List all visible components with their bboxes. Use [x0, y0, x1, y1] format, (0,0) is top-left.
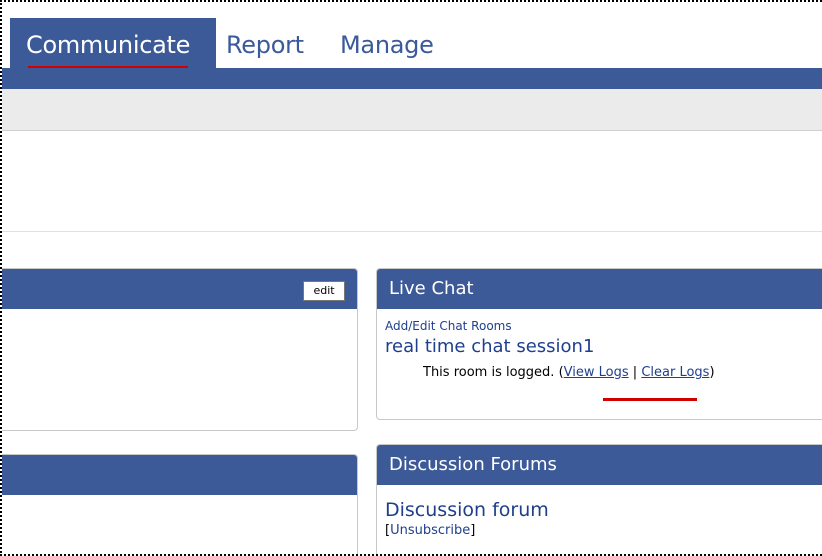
main-tab-row: Communicate Report Manage	[2, 18, 822, 69]
live-chat-body: Add/Edit Chat Rooms real time chat sessi…	[377, 309, 822, 390]
app-window: Communicate Report Manage edit Live Chat…	[0, 0, 822, 556]
discussion-forums-body: Discussion forum [Unsubscribe]	[377, 485, 822, 548]
left-panel-bottom	[2, 454, 358, 554]
unsubscribe-link[interactable]: Unsubscribe	[390, 523, 470, 538]
discussion-forums-panel: Discussion Forums Discussion forum [Unsu…	[376, 444, 822, 554]
logged-text: This room is logged.	[423, 365, 555, 380]
left-panel-top-header: edit	[2, 269, 357, 309]
room-logged-status: This room is logged. (View Logs | Clear …	[385, 365, 822, 380]
tab-manage[interactable]: Manage	[340, 18, 434, 68]
add-edit-chat-rooms-link[interactable]: Add/Edit Chat Rooms	[385, 319, 822, 333]
live-chat-title: Live Chat	[377, 269, 822, 309]
view-logs-link[interactable]: View Logs	[564, 365, 629, 380]
live-chat-panel: Live Chat Add/Edit Chat Rooms real time …	[376, 268, 822, 420]
left-panel-top: edit	[2, 268, 358, 431]
unsubscribe-row: [Unsubscribe]	[385, 523, 822, 538]
sub-nav-bar	[2, 68, 822, 89]
clear-logs-link[interactable]: Clear Logs	[641, 365, 709, 380]
link-separator: |	[632, 365, 638, 380]
edit-button[interactable]: edit	[303, 281, 345, 301]
left-panel-bottom-header	[2, 455, 357, 495]
toolbar-strip	[2, 89, 822, 131]
bracket-close: ]	[470, 523, 476, 538]
red-annotation-underline-view-logs	[603, 398, 697, 401]
discussion-forums-title: Discussion Forums	[377, 445, 822, 485]
close-paren: )	[709, 365, 715, 380]
discussion-forum-link[interactable]: Discussion forum	[385, 499, 822, 521]
divider	[2, 231, 822, 232]
tab-communicate-label: Communicate	[26, 31, 191, 59]
tab-report[interactable]: Report	[226, 18, 304, 68]
chat-room-link[interactable]: real time chat session1	[385, 336, 822, 357]
tab-communicate[interactable]: Communicate	[10, 18, 216, 69]
